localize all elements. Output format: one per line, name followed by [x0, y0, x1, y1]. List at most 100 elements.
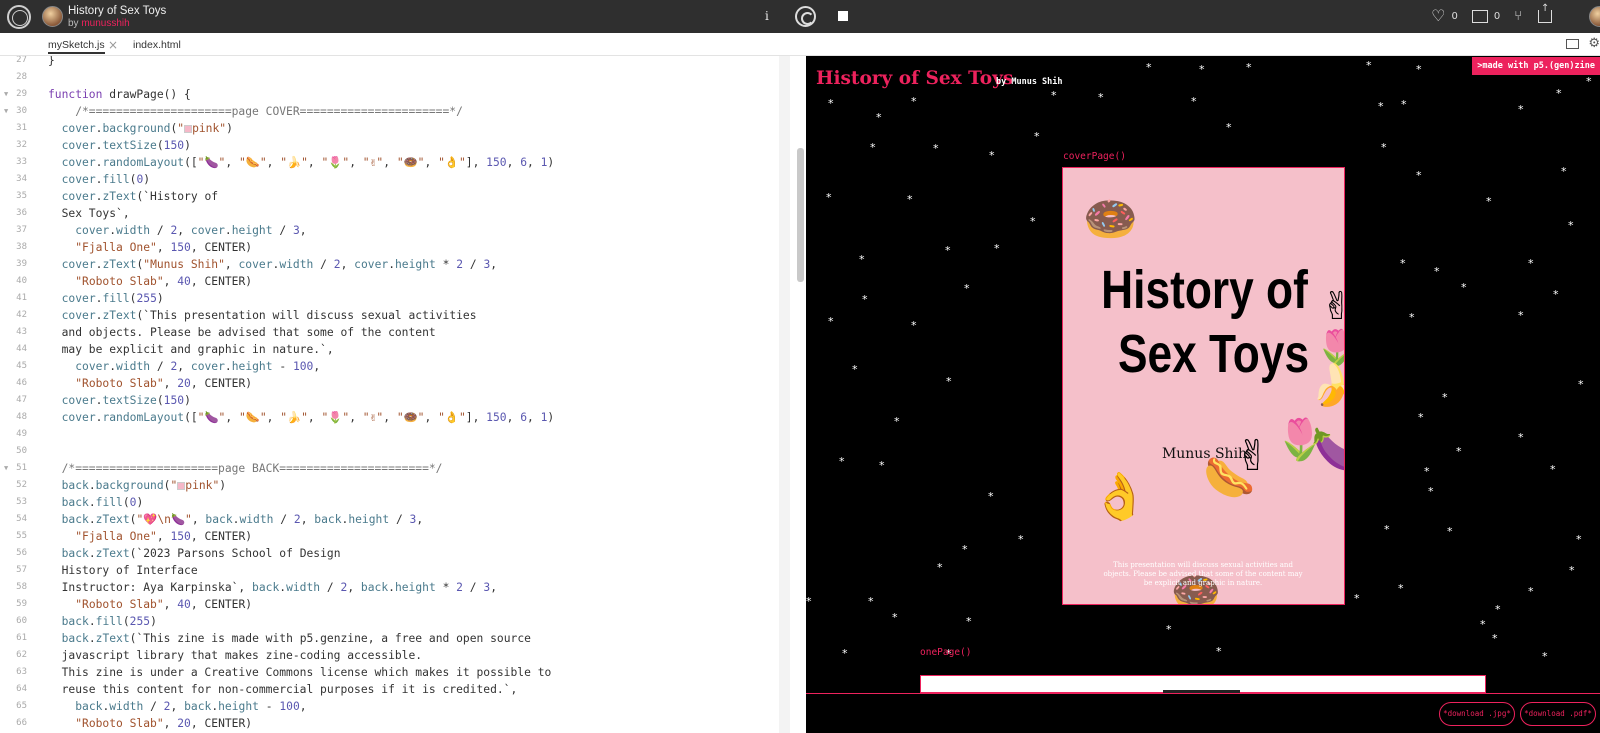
line-number: 51	[16, 463, 27, 473]
share-icon[interactable]	[1538, 3, 1552, 23]
sketch-preview-canvas[interactable]: * * * * * * * * * * * * * * * * * * * * * * * * * * * * * * * * * * * * * * * *…	[806, 56, 1600, 733]
star: *	[1424, 465, 1430, 478]
collection-count: 0	[1493, 10, 1501, 22]
star: *	[1381, 141, 1387, 154]
code-line: 60 back.fill(255)	[0, 613, 790, 630]
code-line: 55 "Fjalla One", 150, CENTER)	[0, 528, 790, 545]
star: *	[1442, 391, 1448, 404]
code-line: 49	[0, 426, 790, 443]
line-number: 32	[16, 140, 27, 150]
star: *	[1456, 445, 1462, 458]
star: *	[876, 111, 882, 124]
line-number: 60	[16, 616, 27, 626]
star: *	[1401, 98, 1407, 111]
collection-icon[interactable]	[1471, 9, 1488, 23]
close-tab-icon[interactable]: ×	[108, 38, 118, 52]
line-number: 42	[16, 310, 27, 320]
line-number: 45	[16, 361, 27, 371]
line-number: 35	[16, 191, 27, 201]
code-line: 58 Instructor: Aya Karpinska`, back.widt…	[0, 579, 790, 596]
download-jpg-button[interactable]: *download .jpg*	[1439, 702, 1515, 726]
download-pdf-button[interactable]: *download .pdf*	[1520, 702, 1596, 726]
fork-icon[interactable]: ⑂	[1514, 9, 1522, 24]
line-number: 37	[16, 225, 27, 235]
top-bar: History of Sex Toys by munusshih i ♡ 0 0…	[0, 0, 1600, 33]
zine-title: History of Sex Toys	[816, 68, 1014, 89]
openprocessing-logo-icon[interactable]	[7, 5, 31, 29]
hotdog-emoji: 🌭	[1203, 453, 1256, 502]
sketch-title[interactable]: History of Sex Toys	[68, 5, 166, 18]
cover-title-line2: Sex Toys	[1117, 324, 1310, 384]
star: *	[1034, 130, 1040, 143]
line-number: 34	[16, 174, 27, 184]
code-editor[interactable]: 27} 28 ▼ 29 function drawPage() { ▼ 30 /*==…	[0, 56, 790, 733]
star: *	[1434, 265, 1440, 278]
line-number: 66	[16, 718, 27, 728]
star: *	[859, 253, 865, 266]
code-line: 31 cover.background(" pink")	[0, 120, 790, 137]
star: *	[1518, 309, 1524, 322]
heart-icon[interactable]: ♡	[1431, 8, 1445, 24]
star: *	[945, 244, 951, 257]
author-avatar[interactable]	[42, 6, 63, 27]
star: *	[1416, 63, 1422, 76]
tab-index-html[interactable]: index.html	[133, 39, 181, 51]
line-number: 49	[16, 429, 27, 439]
line-number: 64	[16, 684, 27, 694]
code-line: 37 cover.width / 2, cover.height / 3,	[0, 222, 790, 239]
stop-icon[interactable]	[838, 11, 848, 21]
play-icon[interactable]	[795, 6, 816, 27]
line-number: 29	[16, 89, 27, 99]
info-icon[interactable]: i	[765, 9, 769, 23]
star: *	[1191, 95, 1197, 108]
star: *	[892, 611, 898, 624]
ok-hand-emoji: 👌	[1091, 469, 1149, 523]
star: *	[911, 319, 917, 332]
code-line: 47 cover.textSize(150)	[0, 392, 790, 409]
star: *	[964, 282, 970, 295]
star: *	[839, 455, 845, 468]
code-line: 32 cover.textSize(150)	[0, 137, 790, 154]
star: *	[868, 595, 874, 608]
star: *	[1378, 100, 1384, 113]
star: *	[894, 415, 900, 428]
line-number: 33	[16, 157, 27, 167]
cover-notice: This presentation will discuss sexual ac…	[1103, 561, 1303, 587]
star: *	[907, 193, 913, 206]
star: *	[1568, 219, 1574, 232]
line-number: 63	[16, 667, 27, 677]
code-line: 65 back.width / 2, back.height - 100,	[0, 698, 790, 715]
star: *	[1447, 525, 1453, 538]
star: *	[1553, 288, 1559, 301]
user-avatar[interactable]	[1589, 6, 1600, 27]
star: *	[1226, 121, 1232, 134]
code-line: 39 cover.zText("Munus Shih", cover.width…	[0, 256, 790, 273]
author-link[interactable]: munusshih	[81, 18, 129, 29]
sketch-title-block: History of Sex Toys by munusshih	[68, 5, 166, 29]
code-line: 62 javascript library that makes zine-co…	[0, 647, 790, 664]
cover-title-line1: History of	[1101, 260, 1308, 320]
layout-icon[interactable]	[1566, 39, 1579, 49]
editor-scrollbar-thumb[interactable]	[797, 148, 804, 282]
code-line: 38 "Fjalla One", 150, CENTER)	[0, 239, 790, 256]
star: *	[828, 97, 834, 110]
code-line: ▼ 30 /*=====================page COVER===…	[0, 103, 790, 120]
star: *	[989, 149, 995, 162]
line-number: 28	[16, 72, 27, 82]
settings-icon[interactable]: ⚙	[1588, 36, 1600, 51]
star: *	[1409, 311, 1415, 324]
star: *	[1480, 618, 1486, 631]
editor-scrollbar-track[interactable]	[779, 56, 790, 733]
by-label: by	[68, 18, 79, 29]
line-number: 50	[16, 446, 27, 456]
star: *	[1416, 169, 1422, 182]
star: *	[1528, 257, 1534, 270]
star: *	[1400, 257, 1406, 270]
made-with-badge[interactable]: >made with p5.(gen)zine	[1472, 57, 1600, 75]
star: *	[988, 490, 994, 503]
star: *	[842, 647, 848, 660]
tab-mysketch-js[interactable]: mySketch.js	[48, 39, 105, 54]
line-number: 56	[16, 548, 27, 558]
star: *	[1561, 165, 1567, 178]
star: *	[1586, 75, 1592, 88]
